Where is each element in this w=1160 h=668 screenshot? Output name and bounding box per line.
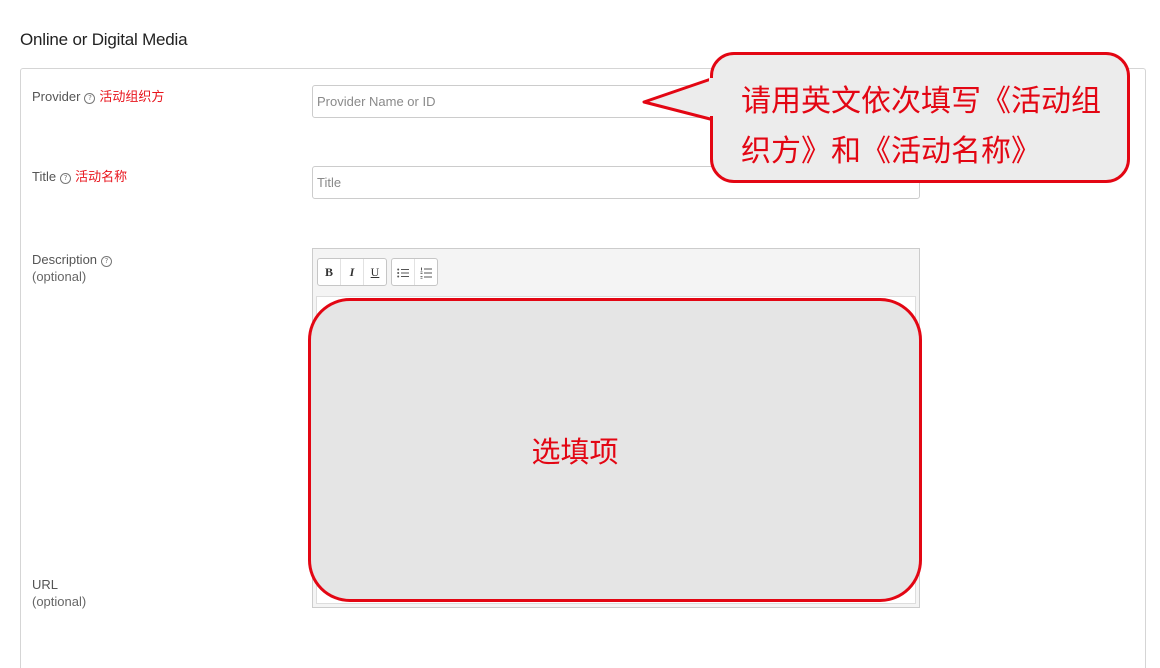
callout-annotation: 请用英文依次填写《活动组织方》和《活动名称》 (710, 52, 1130, 183)
description-help-icon[interactable]: ? (101, 256, 113, 267)
editor-toolbar: B I U (317, 258, 438, 288)
numbered-list-icon (420, 267, 432, 279)
provider-cn-label: 活动组织方 (99, 90, 165, 105)
url-label-group: URL (optional) (32, 576, 86, 610)
title-cn-label: 活动名称 (75, 170, 128, 185)
bold-button[interactable]: B (318, 259, 341, 285)
provider-help-icon[interactable]: ? (84, 93, 96, 104)
description-optional: (optional) (32, 269, 87, 284)
section-title: Online or Digital Media (20, 30, 188, 49)
title-label-group: Title? 活动名称 (32, 168, 127, 186)
provider-label: Provider (32, 89, 81, 104)
description-label: Description (32, 252, 98, 267)
format-button-group: B I U (317, 258, 387, 286)
list-button-group (391, 258, 438, 286)
description-label-group: Description? (optional) (32, 251, 113, 285)
callout-tail (642, 76, 716, 122)
url-label: URL (32, 577, 59, 592)
title-help-icon[interactable]: ? (60, 173, 72, 184)
title-label: Title (32, 169, 57, 184)
italic-button[interactable]: I (341, 259, 364, 285)
numbered-list-button[interactable] (415, 259, 437, 285)
bullet-list-icon (397, 268, 409, 278)
provider-label-group: Provider? 活动组织方 (32, 88, 164, 106)
bullet-list-button[interactable] (392, 259, 415, 285)
underline-button[interactable]: U (364, 259, 386, 285)
callout-tail-joint (709, 78, 719, 116)
optional-overlay-annotation: 选填项 (308, 298, 922, 602)
url-optional: (optional) (32, 594, 87, 609)
